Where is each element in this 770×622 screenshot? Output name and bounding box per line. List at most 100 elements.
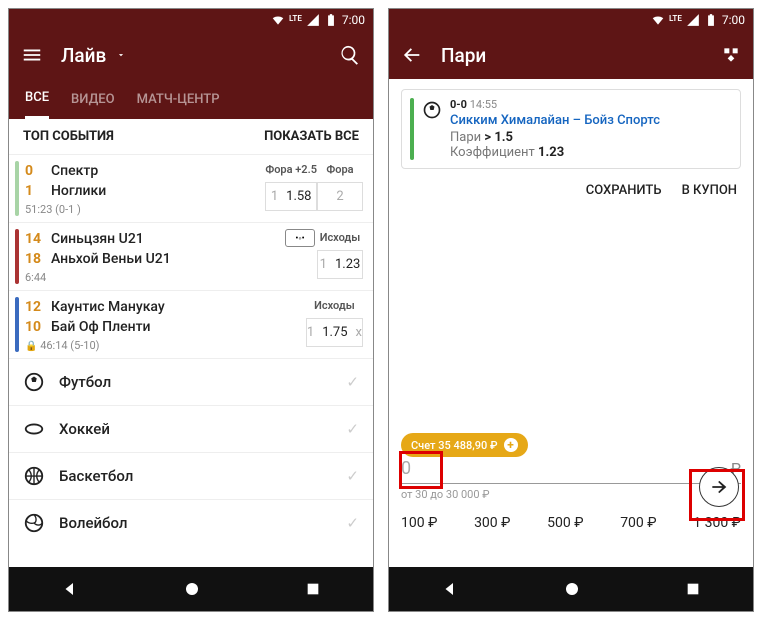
section-header: ТОП СОБЫТИЯ ПОКАЗАТЬ ВСЕ: [9, 119, 373, 154]
menu-icon[interactable]: [21, 44, 43, 66]
event-row[interactable]: 12 Каунтис Манукау 10 Бай Оф Пленти 🔒 46:1…: [9, 290, 373, 358]
sport-label: Хоккей: [59, 420, 110, 438]
team: Ноглики: [51, 183, 106, 199]
check-icon: ✓: [346, 373, 359, 391]
event-row[interactable]: 0Спектр 1Ноглики 51:23 (0-1 ) Фора +2.5 …: [9, 154, 373, 222]
odds-header: Фора +2.5: [265, 161, 317, 182]
signal-icon: [306, 13, 320, 27]
event-accent: [15, 229, 19, 284]
clock: 7:00: [342, 13, 365, 27]
signal-icon: [686, 13, 700, 27]
nav-bar: [389, 567, 753, 611]
amount-value: 0: [401, 458, 730, 479]
lock-icon: 🔒: [25, 341, 37, 352]
tab-all[interactable]: ВСЕ: [25, 79, 49, 119]
balance-text: Счет 35 488,90 ₽: [411, 439, 498, 452]
coef-value: 1.23: [538, 145, 564, 160]
score: 0: [25, 163, 43, 179]
quick-amount[interactable]: 500 ₽: [547, 515, 583, 531]
event-meta: 46:14 (5-10): [40, 339, 99, 352]
back-icon[interactable]: [401, 44, 423, 66]
tabs: ВСЕ ВИДЕО МАТЧ-ЦЕНТР: [9, 79, 373, 119]
page-title: Пари: [441, 44, 486, 67]
tab-matchcenter[interactable]: МАТЧ-ЦЕНТР: [137, 79, 220, 119]
score: 14: [25, 231, 43, 247]
content: ТОП СОБЫТИЯ ПОКАЗАТЬ ВСЕ 0 Спектр 1 Ноглик…: [9, 119, 373, 567]
coupon-button[interactable]: В КУПОН: [682, 183, 737, 198]
event-accent: [15, 297, 19, 352]
sport-volleyball[interactable]: Волейбол ✓: [9, 499, 373, 546]
bet-match: Сикким Хималайан – Бойз Спортс: [450, 111, 732, 130]
odds-cell[interactable]: 11.58: [265, 182, 317, 211]
battery-icon: [324, 13, 338, 27]
sport-football[interactable]: Футбол ✓: [9, 358, 373, 405]
team: Аньхой Веньи U21: [51, 251, 171, 267]
odds-cell[interactable]: 2: [317, 182, 363, 211]
search-icon[interactable]: [339, 44, 361, 66]
bet-label: Пари: [450, 130, 481, 145]
odds-header: Исходы: [317, 229, 363, 250]
status-bar: LTE 7:00: [9, 9, 373, 31]
wifi-icon: [271, 13, 285, 27]
nav-recent-icon[interactable]: [685, 581, 701, 597]
hockey-icon: [23, 418, 45, 440]
team: Синьцзян U21: [51, 231, 144, 247]
odds-header: Исходы: [306, 297, 363, 318]
sport-basketball[interactable]: Баскетбол ✓: [9, 452, 373, 499]
score: 10: [25, 319, 43, 335]
bet-card[interactable]: 0-0 14:55 Сикким Хималайан – Бойз Спортс…: [401, 89, 741, 169]
team: Каунтис Манукау: [51, 299, 165, 315]
nav-home-icon[interactable]: [183, 580, 201, 598]
event-meta: 51:23 (0-1 ): [25, 201, 265, 216]
bet-actions: СОХРАНИТЬ В КУПОН: [389, 179, 753, 206]
team: Бай Оф Пленти: [51, 319, 151, 335]
phone-left: LTE 7:00 Лайв ВСЕ ВИДЕО МАТЧ-ЦЕНТР ТОП С…: [8, 8, 374, 612]
bet-score: 0-0: [450, 98, 467, 111]
tab-video[interactable]: ВИДЕО: [71, 79, 115, 119]
dropdown-icon[interactable]: [116, 50, 126, 60]
team: Спектр: [51, 163, 98, 179]
quick-amount[interactable]: 300 ₽: [474, 515, 510, 531]
nav-back-icon[interactable]: [441, 580, 459, 598]
settings-icon[interactable]: [721, 45, 741, 65]
score: 12: [25, 299, 43, 315]
app-bar: Лайв: [9, 31, 373, 79]
check-icon: ✓: [346, 420, 359, 438]
coef-label: Коэффициент: [450, 145, 535, 160]
wifi-icon: [651, 13, 665, 27]
odds-cell[interactable]: 11.23: [317, 250, 363, 279]
check-icon: ✓: [346, 467, 359, 485]
sport-hockey[interactable]: Хоккей ✓: [9, 405, 373, 452]
content: 0-0 14:55 Сикким Хималайан – Бойз Спортс…: [389, 79, 753, 567]
score: 1: [25, 183, 43, 199]
plus-icon: +: [504, 438, 518, 452]
bet-value: > 1.5: [484, 130, 513, 145]
odds-header: Фора: [317, 161, 363, 182]
quick-amount[interactable]: 700 ₽: [620, 515, 656, 531]
quick-amount[interactable]: 100 ₽: [401, 515, 437, 531]
volleyball-icon: [23, 512, 45, 534]
save-button[interactable]: СОХРАНИТЬ: [586, 183, 662, 198]
clock: 7:00: [722, 13, 745, 27]
status-bar: LTE 7:00: [389, 9, 753, 31]
bet-accent: [410, 98, 414, 160]
highlight-box: [399, 451, 443, 489]
football-icon: [422, 100, 442, 120]
odds-cell[interactable]: 11.75x: [306, 318, 363, 347]
nav-home-icon[interactable]: [563, 580, 581, 598]
event-meta: 6:44: [25, 269, 285, 284]
bet-time: 14:55: [470, 98, 497, 111]
tv-icon: •◦•: [285, 229, 315, 247]
page-title: Лайв: [61, 44, 106, 67]
nav-back-icon[interactable]: [61, 580, 79, 598]
app-bar: Пари: [389, 31, 753, 79]
show-all-link[interactable]: ПОКАЗАТЬ ВСЕ: [264, 129, 359, 144]
highlight-box: [689, 469, 745, 521]
football-icon: [23, 371, 45, 393]
basketball-icon: [23, 465, 45, 487]
sport-label: Баскетбол: [59, 467, 133, 485]
lte-label: LTE: [289, 14, 302, 23]
event-row[interactable]: 14Синьцзян U21 18Аньхой Веньи U21 6:44 •…: [9, 222, 373, 290]
sport-label: Волейбол: [59, 514, 127, 532]
nav-recent-icon[interactable]: [305, 581, 321, 597]
